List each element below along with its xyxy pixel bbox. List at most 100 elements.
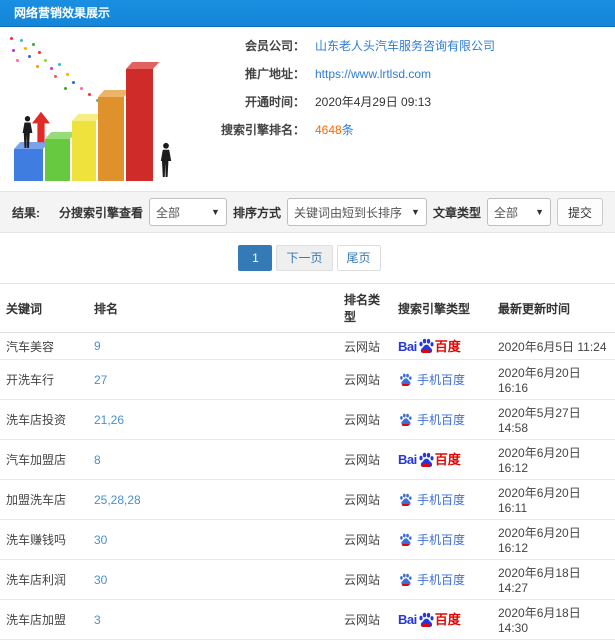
header-rank: 排名 — [88, 283, 338, 333]
illustration-bar-red — [126, 69, 153, 181]
member-info-list: 会员公司： 山东老人头汽车服务咨询有限公司 推广地址： https://www.… — [190, 27, 615, 191]
confetti-dots — [10, 37, 13, 40]
engine-rank-unit: 条 — [341, 123, 354, 137]
type-filter-select[interactable]: 全部 ▼ — [486, 198, 551, 226]
chevron-down-icon: ▼ — [411, 207, 420, 217]
page-header: 网络营销效果展示 — [0, 0, 615, 27]
updated-cell: 2020年6月20日 16:12 — [492, 439, 615, 480]
businessman-figure-right — [160, 142, 172, 177]
baidu-du-mark — [402, 583, 409, 586]
updated-cell: 2020年6月18日 14:27 — [492, 559, 615, 600]
rank-type-cell: 云网站 — [338, 332, 392, 360]
updated-cell: 2020年6月20日 16:11 — [492, 479, 615, 520]
promo-url-row: 推广地址： https://www.lrtlsd.com — [190, 67, 615, 82]
rank-type-cell: 云网站 — [338, 559, 392, 600]
sort-filter-value: 关键词由短到长排序 — [293, 205, 402, 220]
company-link[interactable]: 山东老人头汽车服务咨询有限公司 — [315, 39, 495, 54]
rank-type-cell: 云网站 — [338, 519, 392, 560]
illustration-bar-green — [45, 139, 70, 181]
engine-filter-value: 全部 — [155, 205, 180, 220]
updated-cell: 2020年6月20日 16:12 — [492, 519, 615, 560]
baidu-du-mark — [402, 423, 409, 426]
rank-cell: 30 — [88, 519, 338, 560]
rank-cell: 21,26 — [88, 399, 338, 440]
pagination: 1 下一页 尾页 — [0, 245, 615, 271]
rank-cell: 8 — [88, 439, 338, 480]
keyword-cell: 洗车店利润 — [0, 559, 88, 600]
illustration-bar-yellow — [72, 121, 96, 181]
table-row: 汽车美容 9 云网站 Bai 百度 2020年6月5日 11:24 — [0, 332, 615, 360]
header-engine-type: 搜索引擎类型 — [392, 283, 492, 333]
keyword-cell: 加盟洗车店 — [0, 479, 88, 520]
table-header-row: 关键词 排名 排名类型 搜索引擎类型 最新更新时间 — [0, 283, 615, 333]
type-filter-label: 文章类型 — [432, 205, 481, 220]
filter-controls: 分搜索引擎查看 全部 ▼ 排序方式 关键词由短到长排序 ▼ 文章类型 全部 ▼ … — [59, 198, 603, 226]
member-info-section: 会员公司： 山东老人头汽车服务咨询有限公司 推广地址： https://www.… — [0, 27, 615, 191]
rank-cell: 3 — [88, 599, 338, 640]
table-row: 洗车赚钱吗 30 云网站 手机百度 2020年6月20日 16:12 — [0, 519, 615, 560]
growth-chart-illustration — [0, 27, 190, 187]
type-filter-value: 全部 — [493, 205, 518, 220]
promo-url-link[interactable]: https://www.lrtlsd.com — [315, 67, 431, 82]
illustration-bar-orange — [98, 97, 124, 181]
keyword-rank-table: 关键词 排名 排名类型 搜索引擎类型 最新更新时间 汽车美容 9 云网站 Bai… — [0, 283, 615, 640]
filter-bar: 结果: 分搜索引擎查看 全部 ▼ 排序方式 关键词由短到长排序 ▼ 文章类型 全… — [0, 191, 615, 233]
baidu-mobile-logo: 手机百度 — [398, 571, 465, 588]
engine-rank-label: 搜索引擎排名： — [220, 123, 305, 137]
table-row: 加盟洗车店 25,28,28 云网站 手机百度 2020年6月20日 16:11 — [0, 479, 615, 520]
rank-cell: 27 — [88, 359, 338, 400]
submit-button[interactable]: 提交 — [556, 198, 603, 226]
rank-type-cell: 云网站 — [338, 399, 392, 440]
updated-cell: 2020年6月20日 16:16 — [492, 359, 615, 400]
promo-url-label: 推广地址： — [244, 67, 305, 81]
page-title: 网络营销效果展示 — [14, 6, 111, 20]
last-page-button[interactable]: 尾页 — [336, 245, 381, 271]
engine-rank-row: 搜索引擎排名： 4648条 — [190, 123, 615, 138]
engine-rank-count: 4648 — [315, 123, 342, 137]
header-keyword: 关键词 — [0, 283, 88, 333]
baidu-mobile-logo: 手机百度 — [398, 531, 465, 548]
company-label: 会员公司： — [244, 39, 305, 53]
keyword-cell: 洗车店加盟 — [0, 599, 88, 640]
company-row: 会员公司： 山东老人头汽车服务咨询有限公司 — [190, 39, 615, 54]
baidu-du-mark — [421, 463, 430, 467]
baidu-du-mark — [421, 350, 430, 353]
rank-cell: 25,28,28 — [88, 479, 338, 520]
keyword-cell: 汽车加盟店 — [0, 439, 88, 480]
open-time-value: 2020年4月29日 09:13 — [315, 95, 432, 109]
baidu-du-mark — [402, 543, 409, 546]
rank-type-cell: 云网站 — [338, 439, 392, 480]
rank-cell: 9 — [88, 332, 338, 360]
open-time-label: 开通时间： — [244, 95, 305, 109]
engine-filter-label: 分搜索引擎查看 — [58, 205, 143, 220]
rank-type-cell: 云网站 — [338, 359, 392, 400]
sort-filter-select[interactable]: 关键词由短到长排序 ▼ — [286, 198, 427, 226]
baidu-pc-logo: Bai 百度 — [398, 452, 461, 467]
chevron-down-icon: ▼ — [211, 207, 220, 217]
engine-filter-select[interactable]: 全部 ▼ — [148, 198, 227, 226]
chevron-down-icon: ▼ — [535, 207, 544, 217]
header-updated: 最新更新时间 — [492, 283, 615, 333]
table-row: 洗车店利润 30 云网站 手机百度 2020年6月18日 14:27 — [0, 559, 615, 600]
rank-type-cell: 云网站 — [338, 479, 392, 520]
baidu-du-mark — [421, 623, 430, 627]
next-page-button[interactable]: 下一页 — [276, 245, 333, 271]
page-1-button[interactable]: 1 — [238, 245, 273, 271]
sort-filter-label: 排序方式 — [232, 205, 281, 220]
rank-cell: 30 — [88, 559, 338, 600]
baidu-mobile-logo: 手机百度 — [398, 411, 465, 428]
header-rank-type: 排名类型 — [338, 283, 392, 333]
keyword-cell: 开洗车行 — [0, 359, 88, 400]
rank-type-cell: 云网站 — [338, 599, 392, 640]
keyword-cell: 洗车店投资 — [0, 399, 88, 440]
table-row: 洗车店加盟 3 云网站 Bai 百度 2020年6月18日 14:30 — [0, 599, 615, 640]
table-row: 汽车加盟店 8 云网站 Bai 百度 2020年6月20日 16:12 — [0, 439, 615, 480]
table-row: 洗车店投资 21,26 云网站 手机百度 2020年5月27日 14:58 — [0, 399, 615, 440]
table-row: 开洗车行 27 云网站 手机百度 2020年6月20日 16:16 — [0, 359, 615, 400]
baidu-pc-logo: Bai 百度 — [398, 338, 461, 354]
baidu-mobile-logo: 手机百度 — [398, 371, 465, 388]
updated-cell: 2020年5月27日 14:58 — [492, 399, 615, 440]
illustration-bar-blue — [14, 149, 43, 181]
baidu-mobile-logo: 手机百度 — [398, 491, 465, 508]
keyword-cell: 汽车美容 — [0, 332, 88, 360]
